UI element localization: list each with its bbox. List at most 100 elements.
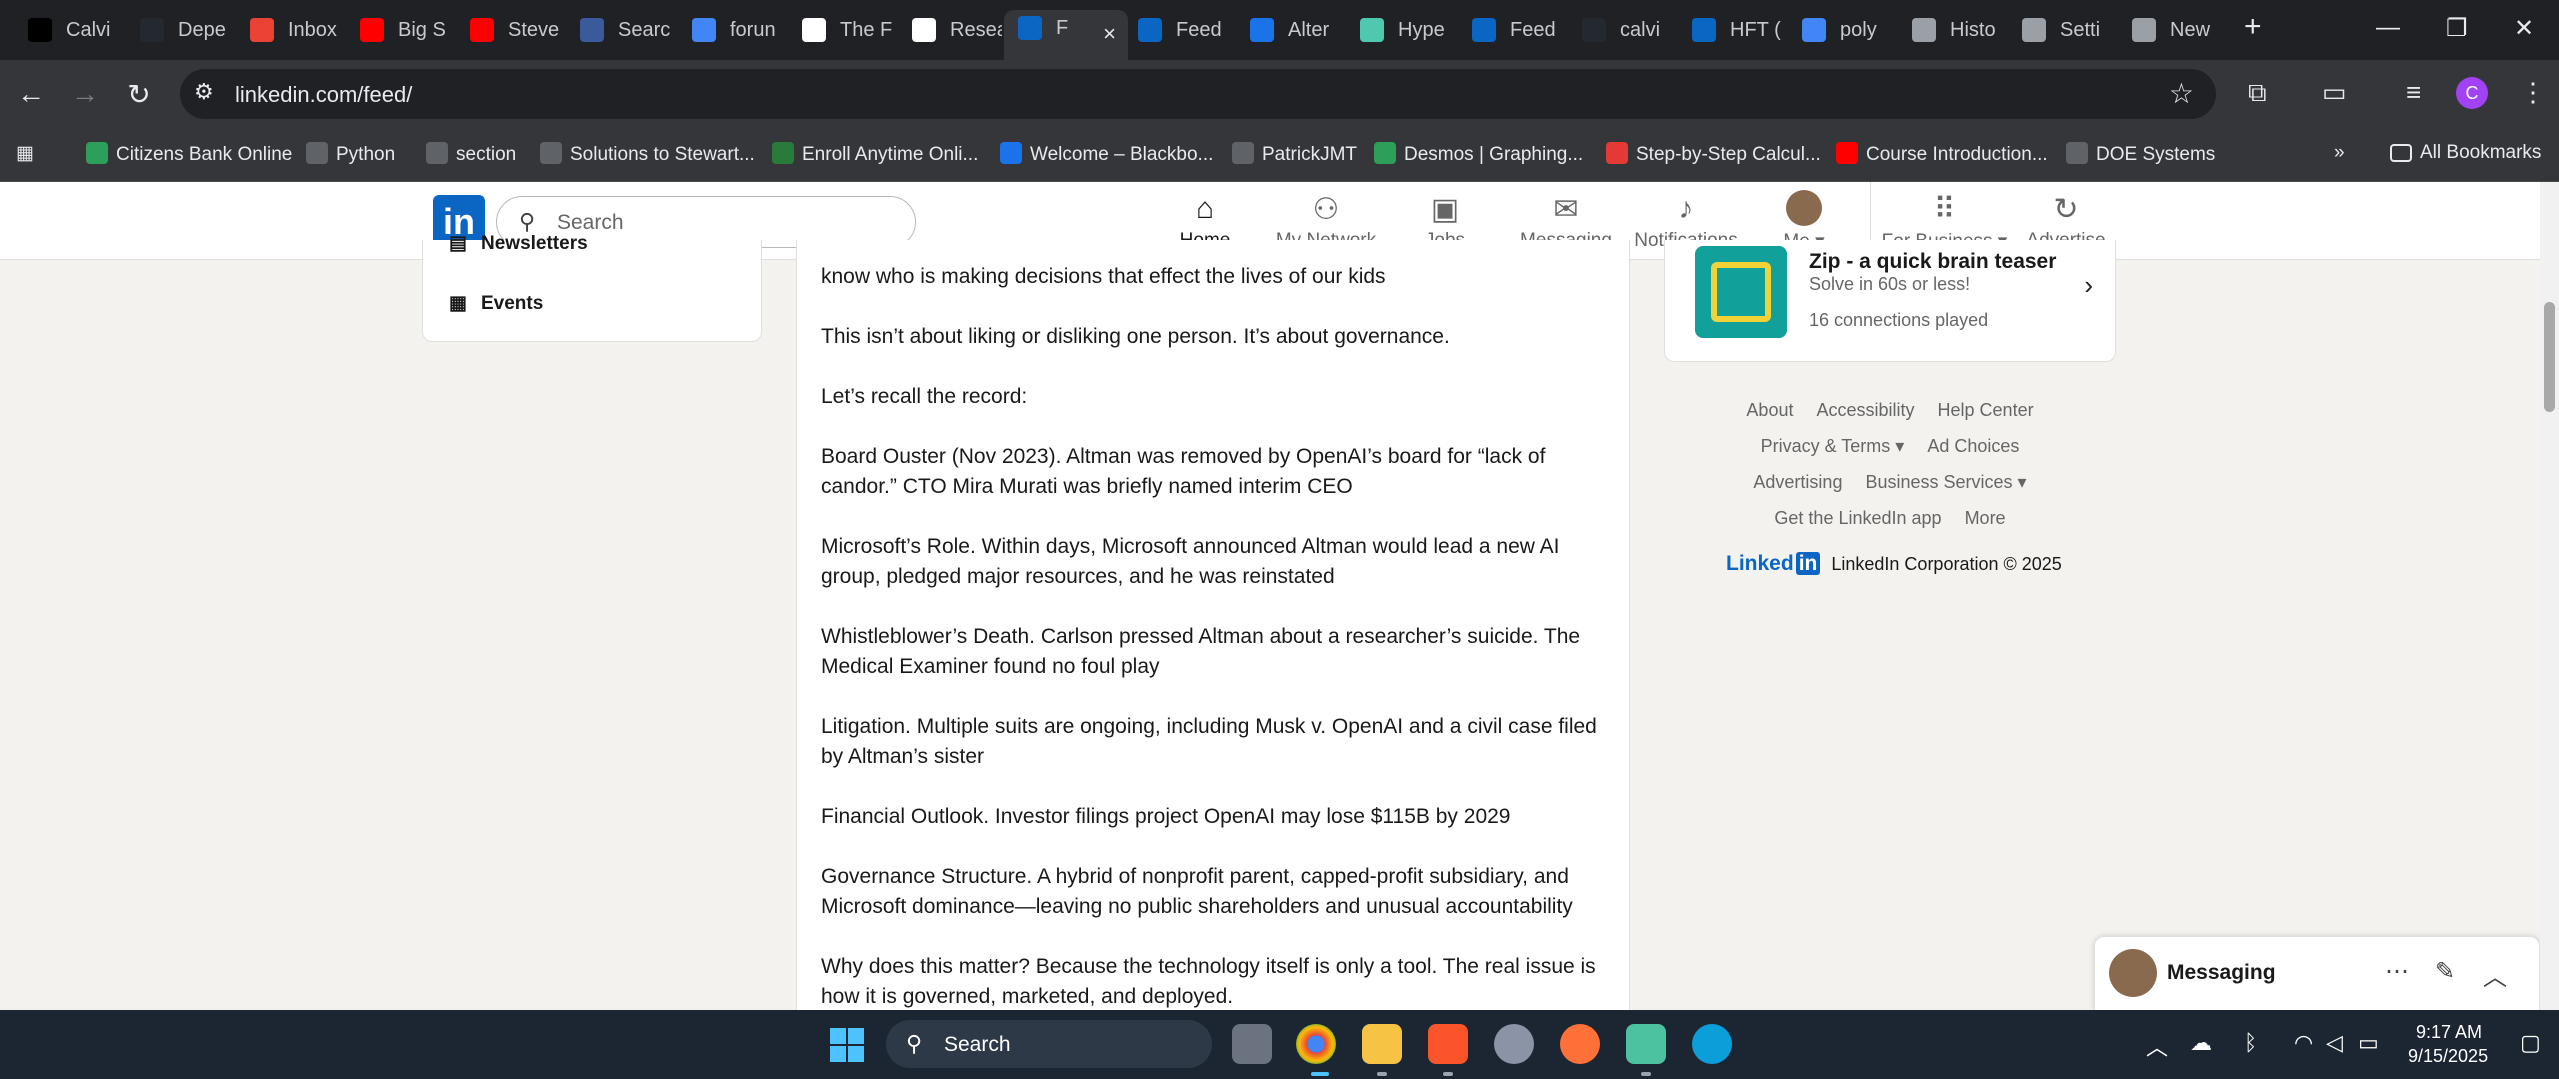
compose-icon[interactable]: ✎: [2435, 957, 2455, 986]
brave-icon[interactable]: [1428, 1024, 1468, 1064]
chevron-up-icon[interactable]: ︿: [2146, 1030, 2168, 1062]
page-scrollbar[interactable]: [2540, 182, 2559, 1010]
settings-gear-icon[interactable]: [1494, 1024, 1534, 1064]
new-tab-icon[interactable]: +: [2244, 10, 2262, 44]
browser-tab[interactable]: F ×: [1004, 10, 1128, 60]
browser-menu-icon[interactable]: ⋮: [2520, 77, 2546, 108]
bookmark-favicon-icon: [86, 142, 108, 164]
bookmark-item[interactable]: Citizens Bank Online: [86, 142, 292, 166]
restore-icon[interactable]: ❐: [2446, 14, 2468, 43]
apps-grid-icon[interactable]: ▦: [16, 142, 34, 165]
more-options-icon[interactable]: ⋯: [2385, 957, 2409, 986]
chevron-right-icon[interactable]: ›: [2084, 270, 2093, 301]
home-icon: ⌂: [1195, 192, 1215, 225]
browser-tab[interactable]: Hype: [1360, 12, 1464, 48]
wifi-icon[interactable]: ◠: [2294, 1030, 2313, 1056]
browser-tab[interactable]: HFT (: [1692, 12, 1796, 48]
bookmark-item[interactable]: Solutions to Stewart...: [540, 142, 755, 166]
browser-tab[interactable]: Big S: [360, 12, 464, 48]
all-bookmarks-label: All Bookmarks: [2420, 142, 2542, 163]
url-text[interactable]: linkedin.com/feed/: [235, 82, 412, 108]
firefox-icon[interactable]: [1560, 1024, 1600, 1064]
bookmarks-overflow-icon[interactable]: »: [2334, 142, 2345, 164]
profile-avatar[interactable]: C: [2456, 77, 2488, 109]
messaging-avatar: [2109, 949, 2157, 997]
footer-help-link[interactable]: Help Center: [1938, 400, 2034, 420]
advertise-icon: ↻: [2053, 193, 2079, 226]
browser-tab[interactable]: forun: [692, 12, 796, 48]
browser-tab[interactable]: Depe: [140, 12, 244, 48]
running-indicator: [1443, 1072, 1453, 1076]
footer-about-link[interactable]: About: [1746, 400, 1793, 420]
scrollbar-thumb[interactable]: [2544, 302, 2555, 412]
minimize-icon[interactable]: —: [2376, 14, 2400, 42]
bookmark-favicon-icon: [426, 142, 448, 164]
browser-tab[interactable]: Feed: [1472, 12, 1576, 48]
volume-icon[interactable]: ◁: [2326, 1030, 2343, 1056]
browser-tab[interactable]: Histo: [1912, 12, 2016, 48]
chevron-up-icon[interactable]: ︿: [2483, 957, 2507, 992]
alter-icon: [1250, 18, 1274, 42]
browser-tab[interactable]: Resea: [912, 12, 1016, 48]
menu-events[interactable]: ▦ Events: [449, 292, 543, 315]
bookmark-item[interactable]: Python: [306, 142, 395, 166]
bookmark-item[interactable]: Course Introduction...: [1836, 142, 2048, 166]
windows-start-icon[interactable]: [830, 1028, 864, 1062]
clock[interactable]: 9:17 AM 9/15/2025: [2408, 1020, 2488, 1068]
gmail-icon: [250, 18, 274, 42]
footer-accessibility-link[interactable]: Accessibility: [1816, 400, 1914, 420]
me-avatar: [1786, 190, 1822, 226]
zip-game-card[interactable]: Zip - a quick brain teaser Solve in 60s …: [1664, 240, 2116, 362]
media-control-icon[interactable]: ≡: [2406, 77, 2421, 108]
footer-privacy-link[interactable]: Privacy & Terms ▾: [1761, 436, 1905, 456]
bluetooth-icon[interactable]: ᛒ: [2244, 1030, 2257, 1056]
back-arrow-icon[interactable]: ←: [14, 78, 48, 110]
browser-tab[interactable]: New: [2132, 12, 2236, 48]
footer-advertising-link[interactable]: Advertising: [1753, 472, 1842, 492]
bookmark-favicon-icon: [1836, 142, 1858, 164]
browser-tab[interactable]: Alter: [1250, 12, 1354, 48]
chrome-taskbar-icon[interactable]: [1296, 1024, 1336, 1064]
extensions-icon[interactable]: ⧉: [2248, 77, 2267, 109]
tab-search-icon[interactable]: ▭: [2322, 77, 2347, 108]
footer-get-app-link[interactable]: Get the LinkedIn app: [1774, 508, 1941, 528]
messaging-overlay[interactable]: Messaging ⋯ ✎ ︿: [2094, 936, 2540, 1010]
tab-label: forun: [730, 19, 776, 41]
browser-tab[interactable]: Searc: [580, 12, 684, 48]
bookmark-item[interactable]: PatrickJMT: [1232, 142, 1357, 166]
site-info-icon[interactable]: ⚙: [194, 79, 222, 107]
vpn-shield-icon[interactable]: [1626, 1024, 1666, 1064]
footer-business-services-link[interactable]: Business Services ▾: [1865, 472, 2026, 492]
menu-newsletters[interactable]: ▤ Newsletters: [449, 232, 588, 255]
bookmark-item[interactable]: Desmos | Graphing...: [1374, 142, 1583, 166]
bookmark-item[interactable]: Step-by-Step Calcul...: [1606, 142, 1821, 166]
reload-icon[interactable]: ↻: [122, 78, 156, 111]
bookmark-item[interactable]: DOE Systems: [2066, 142, 2215, 166]
file-explorer-icon[interactable]: [1362, 1024, 1402, 1064]
close-window-icon[interactable]: ✕: [2514, 14, 2534, 43]
task-view-icon[interactable]: [1232, 1024, 1272, 1064]
edge-icon[interactable]: [1692, 1024, 1732, 1064]
bookmark-item[interactable]: Welcome – Blackbo...: [1000, 142, 1213, 166]
browser-tab[interactable]: Inbox: [250, 12, 354, 48]
taskbar-search[interactable]: ⚲ Search: [886, 1020, 1212, 1068]
browser-tab[interactable]: Steve: [470, 12, 574, 48]
browser-tab[interactable]: poly: [1802, 12, 1906, 48]
browser-tab[interactable]: Setti: [2022, 12, 2126, 48]
address-bar[interactable]: ⚙ linkedin.com/feed/ ☆: [180, 69, 2216, 119]
browser-tab[interactable]: Calvi: [28, 12, 132, 48]
browser-tab[interactable]: The F: [802, 12, 906, 48]
footer-more-link[interactable]: More: [1965, 508, 2006, 528]
browser-tab[interactable]: calvi: [1582, 12, 1686, 48]
bookmark-item[interactable]: Enroll Anytime Onli...: [772, 142, 978, 166]
onedrive-cloud-icon[interactable]: ☁: [2190, 1030, 2212, 1056]
bookmark-item[interactable]: section: [426, 142, 516, 166]
all-bookmarks-folder[interactable]: All Bookmarks: [2390, 142, 2541, 164]
notification-icon[interactable]: ▢: [2520, 1030, 2541, 1056]
close-tab-icon[interactable]: ×: [1103, 16, 1116, 52]
footer-ad-choices-link[interactable]: Ad Choices: [1927, 436, 2019, 456]
browser-tab[interactable]: Feed: [1138, 12, 1242, 48]
battery-icon[interactable]: ▭: [2358, 1030, 2379, 1056]
bookmark-star-icon[interactable]: ☆: [2169, 77, 2194, 110]
forward-arrow-icon[interactable]: →: [68, 78, 102, 110]
